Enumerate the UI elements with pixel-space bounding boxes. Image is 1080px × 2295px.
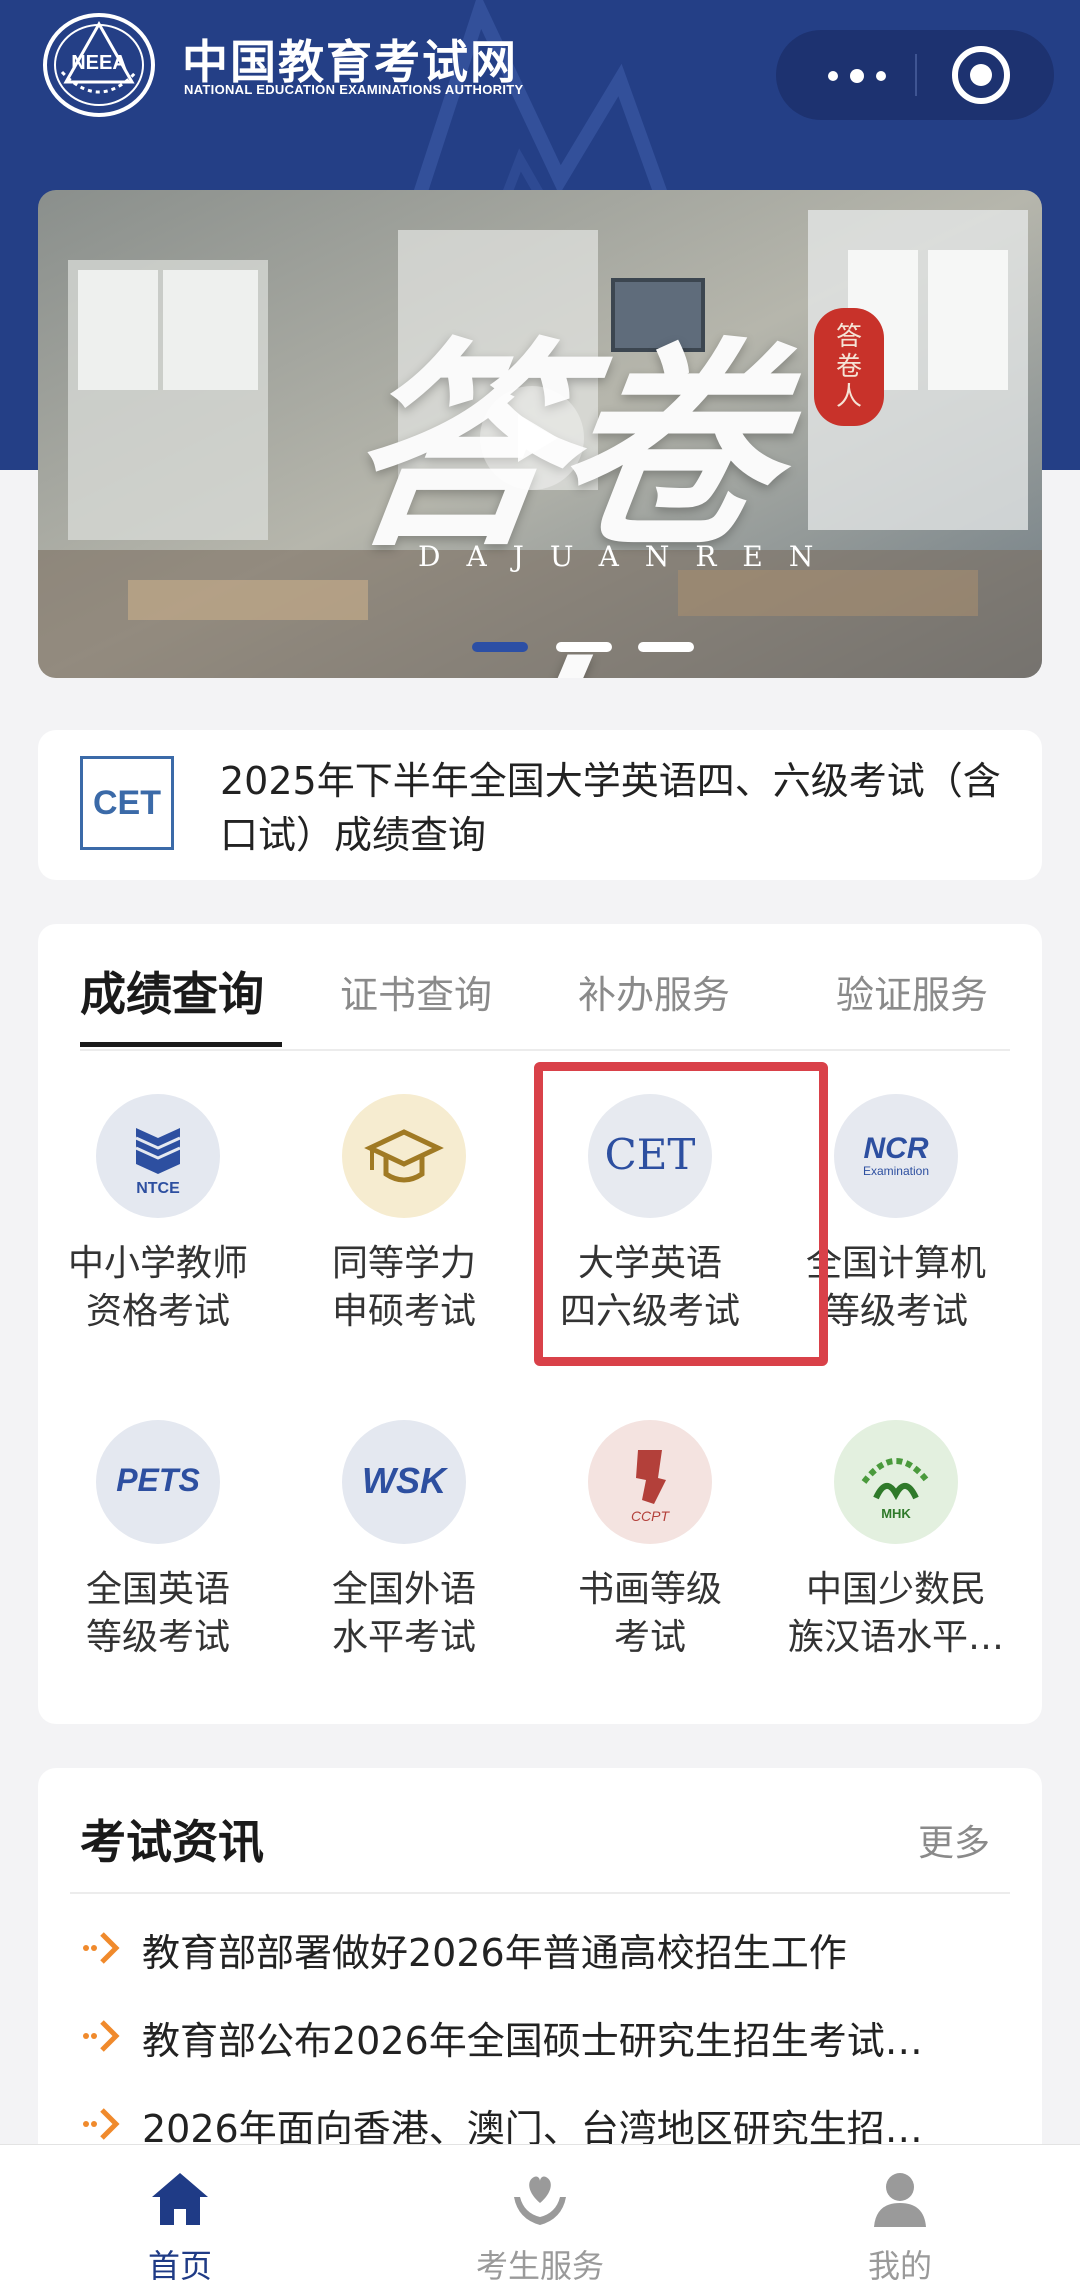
tab-score-query[interactable]: 成绩查询 [80, 958, 264, 1024]
carousel-dot-1[interactable] [472, 642, 528, 652]
service-label-line1: 全国外语 [331, 1569, 476, 1610]
ntce-icon: NTCE [96, 1094, 220, 1218]
ncre-icon: NCR Examination [834, 1094, 958, 1218]
nav-profile[interactable]: 我的 [800, 2145, 1000, 2295]
neea-logo-icon: NEEA [42, 12, 156, 118]
notice-card[interactable]: CET 2025年下半年全国大学英语四、六级考试（含口试）成绩查询 [38, 730, 1042, 880]
news-divider [70, 1892, 1010, 1894]
news-item[interactable]: 教育部部署做好2026年普通高校招生工作 [80, 1918, 1020, 1978]
service-tabs: 成绩查询 证书查询 补办服务 验证服务 [38, 924, 1042, 1052]
tab-certificate-query[interactable]: 证书查询 [340, 964, 492, 1019]
graduation-cap-icon [342, 1094, 466, 1218]
service-item-label: 书画等级 考试 [520, 1566, 780, 1662]
ntce-icon-text: NTCE [136, 1180, 180, 1197]
seal-stamp: 答卷人 [814, 308, 884, 426]
mhk-icon-text: MHK [881, 1506, 911, 1521]
service-label-line2: 资格考试 [85, 1291, 230, 1332]
news-item-title: 教育部公布2026年全国硕士研究生招生考试… [142, 2019, 923, 2063]
ncre-icon-text: NCR [863, 1132, 929, 1165]
bottom-tab-bar: 首页 考生服务 我的 [0, 2144, 1080, 2295]
service-label-line2: 考试 [613, 1617, 686, 1658]
service-item-label: 同等学力 申硕考试 [274, 1240, 534, 1336]
service-label-line1: 同等学力 [331, 1243, 476, 1284]
nav-home-label: 首页 [147, 2247, 212, 2285]
carousel-dot-3[interactable] [638, 642, 694, 652]
site-subtitle: NATIONAL EDUCATION EXAMINATIONS AUTHORIT… [184, 82, 524, 97]
capsule-divider [915, 54, 917, 96]
wsk-icon: WSK [342, 1420, 466, 1544]
service-label-line2: 族汉语水平… [787, 1617, 1004, 1658]
tab-verification-service[interactable]: 验证服务 [836, 964, 988, 1019]
tab-reissue-service[interactable]: 补办服务 [578, 964, 730, 1019]
nav-home[interactable]: 首页 [80, 2145, 280, 2295]
nav-services-label: 考生服务 [475, 2247, 604, 2285]
nav-profile-label: 我的 [867, 2247, 932, 2285]
service-label-line1: 书画等级 [577, 1569, 722, 1610]
heart-hands-icon [514, 2176, 566, 2225]
notice-text[interactable]: 2025年下半年全国大学英语四、六级考试（含口试）成绩查询 [220, 754, 1020, 862]
news-item-title: 教育部部署做好2026年普通高校招生工作 [142, 1931, 847, 1975]
service-item-label: 全国英语 等级考试 [28, 1566, 288, 1662]
orange-arrow-icon [83, 2020, 120, 2052]
mini-program-capsule [776, 30, 1054, 120]
service-label-line1: 全国英语 [85, 1569, 230, 1610]
ccpt-icon: CCPT [588, 1420, 712, 1544]
nav-candidate-services[interactable]: 考生服务 [440, 2145, 640, 2295]
service-label-line1: 中小学教师 [67, 1243, 248, 1284]
ccpt-icon-text: CCPT [630, 1508, 670, 1524]
news-item[interactable]: 教育部公布2026年全国硕士研究生招生考试… [80, 2006, 1020, 2066]
carousel-dot-2[interactable] [556, 642, 612, 652]
service-label-line2: 水平考试 [331, 1617, 476, 1658]
service-item-label: 全国外语 水平考试 [274, 1566, 534, 1662]
logo-badge-text: NEEA [71, 52, 127, 74]
play-icon[interactable] [480, 386, 584, 490]
user-icon [874, 2173, 926, 2227]
news-section-title: 考试资讯 [80, 1815, 264, 1869]
service-label-line1: 中国少数民 [805, 1569, 986, 1610]
more-dots-icon[interactable] [816, 30, 906, 120]
orange-arrow-icon [83, 1932, 120, 1964]
banner-subtitle: DAJUANREN [418, 540, 840, 573]
app-header: NEEA 中国教育考试网 NATIONAL EDUCATION EXAMINAT… [0, 0, 1080, 150]
wsk-icon-text: WSK [362, 1460, 446, 1501]
banner-carousel[interactable]: 答卷人 DAJUANREN 答卷人 [38, 190, 1042, 678]
service-item-label: 中小学教师 资格考试 [28, 1240, 288, 1336]
pets-icon: PETS [96, 1420, 220, 1544]
cet-notice-icon: CET [80, 756, 174, 850]
service-item-label: 中国少数民族汉语水平… [766, 1566, 1026, 1662]
mhk-icon: MHK [834, 1420, 958, 1544]
service-label-line2: 申硕考试 [331, 1291, 476, 1332]
service-label-line2: 等级考试 [85, 1617, 230, 1658]
target-circle-icon[interactable] [952, 46, 1010, 104]
tabs-divider [80, 1049, 1010, 1051]
news-more-link[interactable]: 更多 [918, 1814, 990, 1866]
services-card: 成绩查询 证书查询 补办服务 验证服务 NTCE 中小学教师资格考试 同等学力申… [38, 924, 1042, 1724]
highlight-box [534, 1062, 828, 1366]
orange-arrow-icon [83, 2108, 120, 2140]
carousel-indicators [432, 642, 694, 652]
ncre-icon-subtext: Examination [862, 1164, 930, 1178]
home-icon [152, 2173, 208, 2225]
pets-icon-text: PETS [116, 1462, 200, 1498]
active-tab-underline [80, 1042, 282, 1047]
